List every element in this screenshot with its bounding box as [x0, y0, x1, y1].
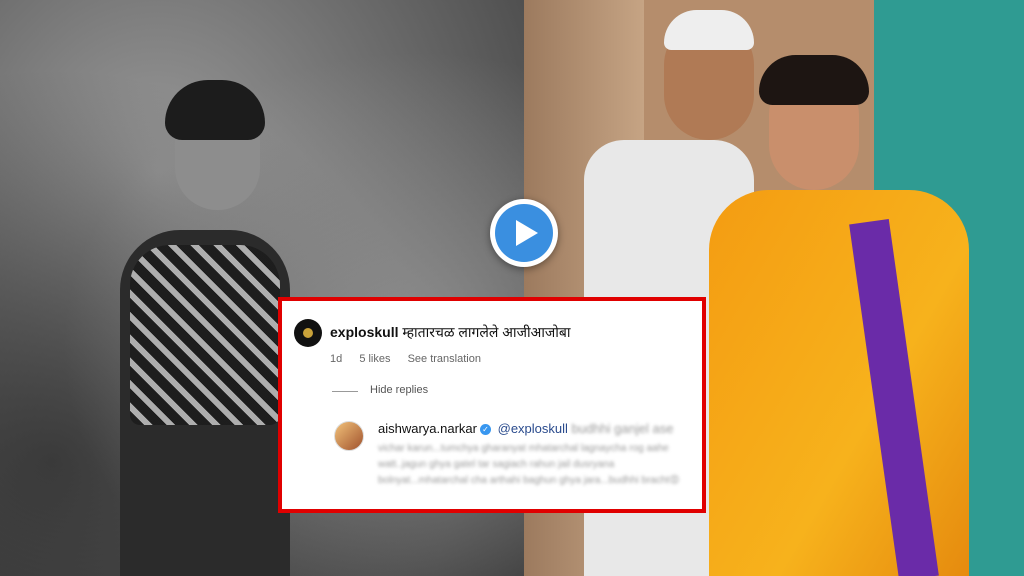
patterned-blouse — [130, 245, 280, 425]
comment-1-likes[interactable]: 5 likes — [359, 353, 390, 365]
video-play-button[interactable] — [490, 199, 558, 267]
hide-replies-link[interactable]: Hide replies — [370, 384, 428, 396]
comment-2-text: vichar karun...tumchya gharanyat mhatarc… — [378, 443, 680, 486]
see-translation-link[interactable]: See translation — [408, 353, 481, 365]
comment-1-time: 1d — [330, 353, 343, 365]
comment-1: exploskull म्हातारचळ लागलेले आजीआजोबा — [330, 323, 571, 342]
highlighted-comment-box: exploskull म्हातारचळ लागलेले आजीआजोबा 1d… — [278, 297, 706, 513]
comment-1-username[interactable]: exploskull — [330, 324, 398, 340]
comment-1-meta: 1d 5 likes See translation — [330, 353, 495, 365]
verified-badge-icon: ✓ — [480, 424, 491, 436]
exploskull-avatar[interactable] — [294, 319, 322, 347]
comment-2-header: aishwarya.narkar ✓ @exploskull budhhi gan… — [378, 421, 673, 436]
play-icon — [516, 220, 538, 246]
mention-link[interactable]: @exploskull — [498, 421, 568, 436]
comment-2-username[interactable]: aishwarya.narkar — [378, 421, 477, 436]
comment-2-text-start: budhhi ganjel ase — [571, 421, 674, 436]
man-white-hair — [664, 10, 754, 50]
aishwarya-avatar[interactable] — [334, 421, 364, 451]
comment-1-text: म्हातारचळ लागलेले आजीआजोबा — [402, 324, 571, 340]
woman-hair-bun — [759, 55, 869, 105]
replies-divider — [332, 391, 358, 392]
